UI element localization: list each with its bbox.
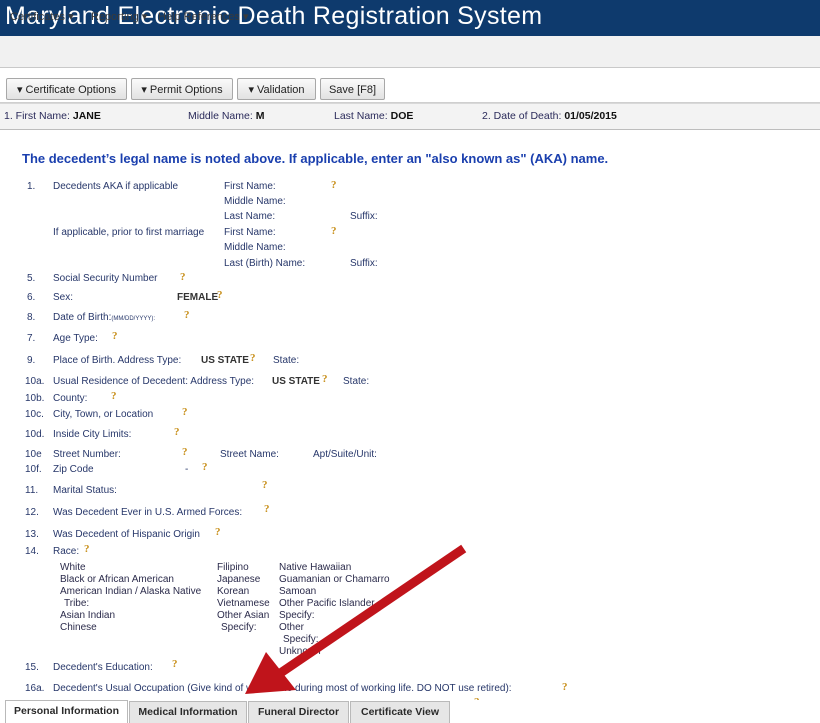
arrow-shaft — [275, 544, 467, 679]
annotation-arrow — [245, 544, 467, 694]
